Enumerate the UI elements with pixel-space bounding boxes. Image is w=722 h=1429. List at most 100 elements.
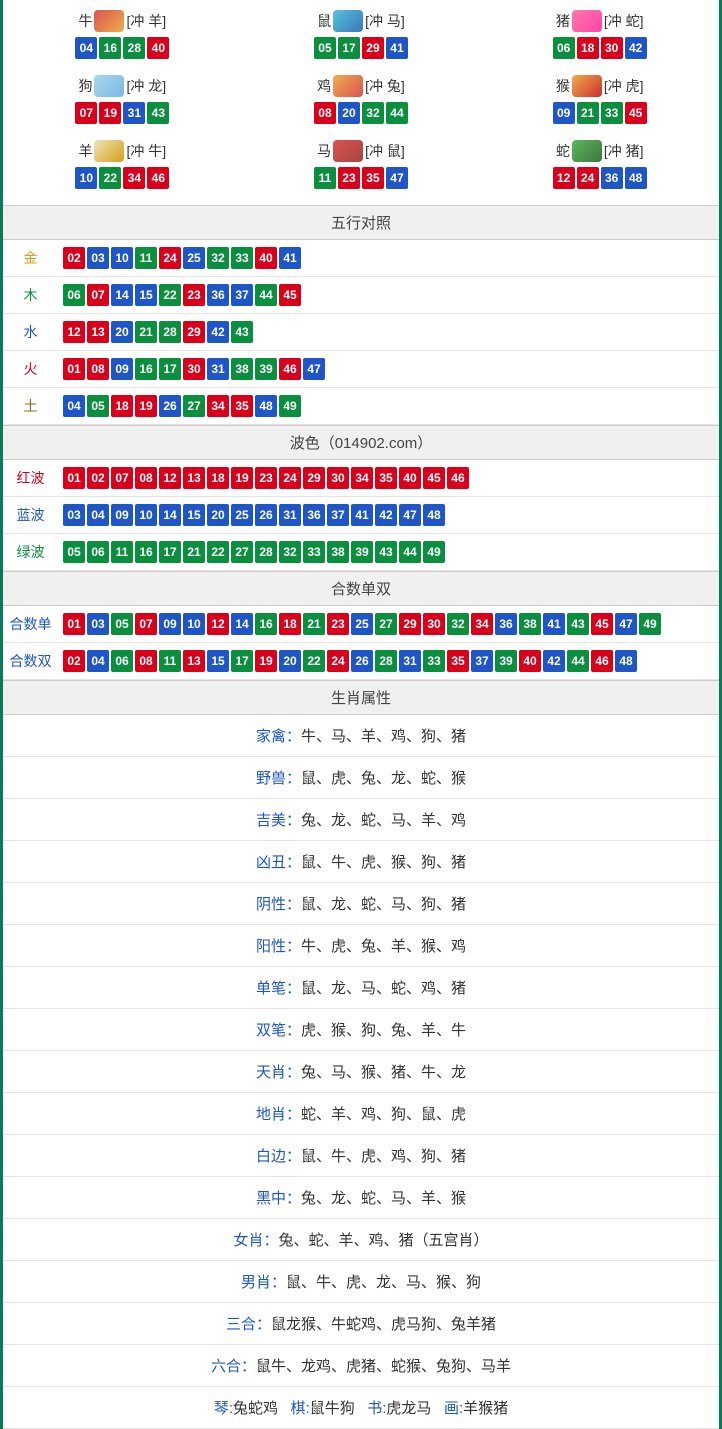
poem-value: 兔蛇鸡 — [233, 1400, 278, 1417]
number-ball: 01 — [63, 467, 85, 489]
poem-row: 琴:兔蛇鸡 棋:鼠牛狗 书:虎龙马 画:羊猴猪 — [3, 1387, 719, 1429]
zodiac-conflict: [冲 虎] — [604, 76, 644, 96]
number-ball: 33 — [423, 650, 445, 672]
row-content: 1213202128294243 — [58, 314, 719, 350]
zodiac-title: 蛇[冲 猪] — [480, 140, 719, 162]
number-ball: 44 — [255, 284, 277, 306]
zodiac-icon — [572, 75, 602, 97]
zodiac-name: 猪 — [556, 11, 570, 31]
row-content: 0103050709101214161821232527293032343638… — [58, 606, 719, 642]
zodiac-numbers: 09213345 — [480, 101, 719, 125]
number-ball: 49 — [639, 613, 661, 635]
number-ball: 24 — [327, 650, 349, 672]
poem-label: 书: — [367, 1400, 386, 1417]
number-ball: 02 — [87, 467, 109, 489]
number-ball: 41 — [351, 504, 373, 526]
attr-row: 六合：鼠牛、龙鸡、虎猪、蛇猴、兔狗、马羊 — [3, 1345, 719, 1387]
number-ball: 42 — [207, 321, 229, 343]
number-ball: 17 — [231, 650, 253, 672]
number-ball: 29 — [362, 37, 384, 59]
attr-label: 三合： — [226, 1316, 271, 1333]
number-ball: 23 — [255, 467, 277, 489]
number-ball: 26 — [351, 650, 373, 672]
attr-label: 单笔： — [256, 980, 301, 997]
number-ball: 35 — [362, 167, 384, 189]
number-ball: 40 — [399, 467, 421, 489]
zodiac-title: 猪[冲 蛇] — [480, 10, 719, 32]
number-ball: 36 — [303, 504, 325, 526]
number-ball: 22 — [207, 541, 229, 563]
number-ball: 40 — [255, 247, 277, 269]
number-ball: 15 — [135, 284, 157, 306]
number-ball: 40 — [147, 37, 169, 59]
number-ball: 18 — [279, 613, 301, 635]
number-ball: 16 — [135, 358, 157, 380]
number-ball: 38 — [231, 358, 253, 380]
zodiac-title: 马 [冲 鼠] — [242, 140, 481, 162]
number-ball: 12 — [553, 167, 575, 189]
zodiac-cell: 羊[冲 牛]10223446 — [3, 135, 242, 200]
attr-value: 兔、马、猴、猪、牛、龙 — [301, 1064, 466, 1081]
zodiac-name: 鸡 — [317, 76, 331, 96]
number-ball: 30 — [423, 613, 445, 635]
row-content: 02031011242532334041 — [58, 240, 719, 276]
zodiac-icon — [572, 140, 602, 162]
number-ball: 47 — [399, 504, 421, 526]
attr-value: 兔、蛇、羊、鸡、猪（五宫肖） — [279, 1232, 489, 1249]
number-ball: 41 — [543, 613, 565, 635]
number-ball: 46 — [147, 167, 169, 189]
zodiac-icon — [333, 140, 363, 162]
number-ball: 13 — [183, 650, 205, 672]
number-ball: 37 — [231, 284, 253, 306]
attr-label: 双笔： — [256, 1022, 301, 1039]
number-ball: 22 — [99, 167, 121, 189]
number-ball: 29 — [399, 613, 421, 635]
zodiac-name: 马 — [317, 141, 331, 161]
number-ball: 33 — [601, 102, 623, 124]
number-ball: 10 — [75, 167, 97, 189]
number-ball: 45 — [625, 102, 647, 124]
number-ball: 27 — [375, 613, 397, 635]
zodiac-conflict: [冲 鼠] — [365, 141, 405, 161]
number-ball: 37 — [471, 650, 493, 672]
number-ball: 35 — [375, 467, 397, 489]
number-ball: 20 — [207, 504, 229, 526]
number-ball: 21 — [303, 613, 325, 635]
number-ball: 12 — [159, 467, 181, 489]
zodiac-conflict: [冲 牛] — [126, 141, 166, 161]
number-ball: 47 — [615, 613, 637, 635]
number-ball: 09 — [159, 613, 181, 635]
number-ball: 34 — [471, 613, 493, 635]
number-ball: 21 — [135, 321, 157, 343]
row-content: 0108091617303138394647 — [58, 351, 719, 387]
number-ball: 19 — [231, 467, 253, 489]
number-ball: 46 — [279, 358, 301, 380]
number-ball: 25 — [231, 504, 253, 526]
number-ball: 42 — [375, 504, 397, 526]
number-ball: 06 — [111, 650, 133, 672]
zodiac-conflict: [冲 龙] — [126, 76, 166, 96]
zodiac-numbers: 12243648 — [480, 166, 719, 190]
attr-section: 家禽：牛、马、羊、鸡、狗、猪野兽：鼠、虎、兔、龙、蛇、猴吉美：兔、龙、蛇、马、羊… — [3, 715, 719, 1429]
number-ball: 45 — [423, 467, 445, 489]
zodiac-numbers: 08203244 — [242, 101, 481, 125]
main-container: 牛[冲 羊]04162840鼠[冲 马]05172941猪[冲 蛇]061830… — [0, 0, 722, 1429]
number-ball: 08 — [314, 102, 336, 124]
zodiac-cell: 猪[冲 蛇]06183042 — [480, 5, 719, 70]
number-ball: 07 — [75, 102, 97, 124]
number-ball: 08 — [87, 358, 109, 380]
number-ball: 26 — [255, 504, 277, 526]
number-ball: 33 — [303, 541, 325, 563]
zodiac-title: 羊 [冲 牛] — [3, 140, 242, 162]
table-row: 火0108091617303138394647 — [3, 351, 719, 388]
zodiac-name: 羊 — [78, 141, 92, 161]
zodiac-cell: 蛇[冲 猪] 12243648 — [480, 135, 719, 200]
attr-row: 男肖：鼠、牛、虎、龙、马、猴、狗 — [3, 1261, 719, 1303]
table-row: 金02031011242532334041 — [3, 240, 719, 277]
number-ball: 13 — [183, 467, 205, 489]
number-ball: 07 — [135, 613, 157, 635]
heshu-section: 合数单0103050709101214161821232527293032343… — [3, 606, 719, 680]
attr-value: 虎、猴、狗、兔、羊、牛 — [301, 1022, 466, 1039]
number-ball: 49 — [279, 395, 301, 417]
number-ball: 07 — [87, 284, 109, 306]
